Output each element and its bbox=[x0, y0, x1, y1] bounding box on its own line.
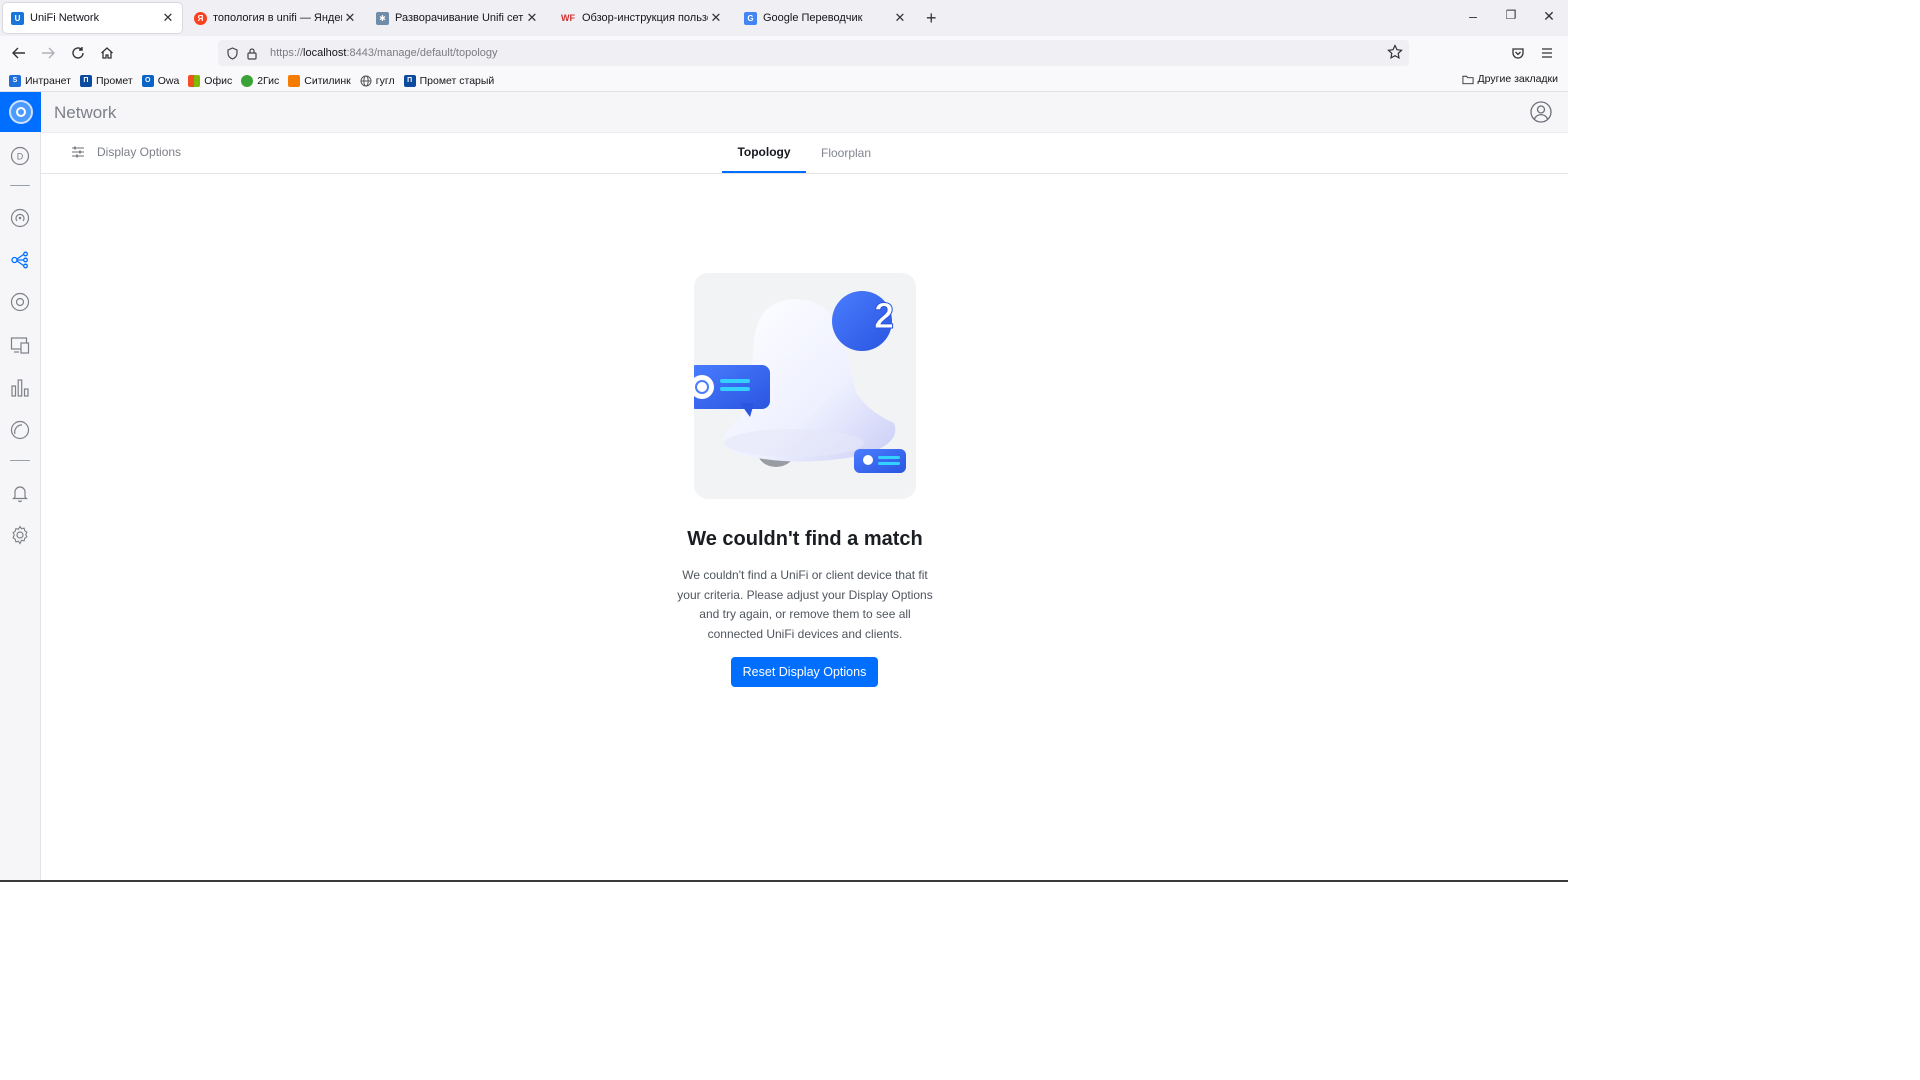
display-options-label: Display Options bbox=[97, 145, 182, 159]
unifi-logo-button[interactable] bbox=[0, 92, 41, 132]
topology-icon[interactable] bbox=[10, 250, 30, 270]
close-tab-icon[interactable]: ✕ bbox=[892, 10, 908, 26]
url-text: https://localhost:8443/manage/default/to… bbox=[270, 47, 498, 59]
other-bookmarks-label: Другие закладки bbox=[1477, 73, 1558, 85]
bookmark-label: гугл bbox=[375, 74, 395, 87]
clients-icon[interactable] bbox=[10, 292, 30, 312]
close-tab-icon[interactable]: ✕ bbox=[160, 10, 176, 26]
address-bar[interactable]: https://localhost:8443/manage/default/to… bbox=[218, 40, 1409, 66]
bookmark-intranet[interactable]: S Интранет bbox=[9, 74, 71, 87]
alerts-bell-icon[interactable] bbox=[10, 483, 30, 503]
tab-topology[interactable]: Topology bbox=[722, 133, 806, 173]
tab-title: Google Переводчик bbox=[763, 12, 863, 24]
bookmark-label: Owa bbox=[157, 74, 180, 87]
bookmark-citilink[interactable]: Ситилинк bbox=[288, 74, 351, 87]
bookmark-label: Промет bbox=[95, 74, 133, 87]
tab-title: Разворачивание Unifi сети. Ли bbox=[395, 12, 524, 24]
intranet-favicon-icon: S bbox=[9, 74, 21, 87]
browser-tab-bar: U UniFi Network ✕ Я топология в unifi — … bbox=[0, 0, 1568, 36]
other-bookmarks[interactable]: Другие закладки bbox=[1462, 73, 1558, 85]
home-icon[interactable] bbox=[97, 43, 117, 63]
bookmark-label: Интранет bbox=[25, 74, 71, 87]
system-log-icon[interactable] bbox=[10, 420, 30, 440]
bookmark-office[interactable]: Офис bbox=[188, 74, 233, 87]
restore-icon[interactable]: ❐ bbox=[1501, 8, 1521, 22]
url-path: :8443/manage/default/topology bbox=[346, 47, 498, 59]
display-options-button[interactable]: Display Options bbox=[71, 145, 181, 159]
bookmark-star-icon[interactable] bbox=[1387, 44, 1403, 65]
insights-icon[interactable] bbox=[10, 335, 30, 355]
url-scheme: https:// bbox=[270, 47, 304, 59]
menu-hamburger-icon[interactable] bbox=[1537, 43, 1557, 63]
topology-toolbar: Display Options Topology Floorplan bbox=[41, 133, 1568, 174]
wf-favicon-icon: WF bbox=[561, 13, 575, 23]
2gis-favicon-icon bbox=[241, 74, 254, 87]
bookmark-promet-old[interactable]: П Промет старый bbox=[403, 74, 495, 87]
bookmark-2gis[interactable]: 2Гис bbox=[241, 74, 280, 87]
window-close-icon[interactable]: ✕ bbox=[1539, 8, 1559, 25]
bookmark-owa[interactable]: O Owa bbox=[141, 74, 180, 87]
citilink-favicon-icon bbox=[288, 74, 301, 87]
minimize-icon[interactable]: – bbox=[1463, 8, 1483, 24]
browser-tab-habr[interactable]: ✱ Разворачивание Unifi сети. Ли ✕ bbox=[368, 3, 546, 33]
new-tab-icon[interactable]: + bbox=[926, 8, 937, 29]
lock-icon[interactable] bbox=[242, 43, 262, 63]
user-account-icon[interactable] bbox=[1530, 101, 1552, 123]
tab-floorplan[interactable]: Floorplan bbox=[809, 133, 883, 173]
close-tab-icon[interactable]: ✕ bbox=[342, 10, 358, 26]
empty-state-heading: We couldn't find a match bbox=[687, 528, 923, 550]
close-tab-icon[interactable]: ✕ bbox=[524, 10, 540, 26]
app-header: Network bbox=[41, 92, 1568, 133]
tab-title: UniFi Network bbox=[30, 12, 100, 24]
close-tab-icon[interactable]: ✕ bbox=[708, 10, 724, 26]
tab-title: Обзор-инструкция пользовате bbox=[582, 12, 708, 24]
microsoft-favicon-icon bbox=[188, 74, 201, 87]
app-title: Network bbox=[54, 103, 117, 122]
globe-icon bbox=[360, 75, 372, 87]
folder-icon bbox=[1462, 73, 1474, 85]
dashboard-icon[interactable]: D bbox=[10, 146, 30, 166]
app-sidebar: D bbox=[0, 92, 41, 882]
devices-icon[interactable] bbox=[10, 208, 30, 228]
browser-nav-bar: https://localhost:8443/manage/default/to… bbox=[0, 36, 1568, 70]
yandex-favicon-icon: Я bbox=[194, 11, 207, 25]
no-match-illustration: 2 bbox=[694, 273, 916, 499]
bookmark-label: Промет старый bbox=[419, 74, 495, 87]
reset-display-options-button[interactable]: Reset Display Options bbox=[731, 657, 878, 687]
bookmarks-bar: S Интранет П Промет O Owa Офис 2Гис Сити… bbox=[0, 70, 1568, 92]
pocket-icon[interactable] bbox=[1508, 43, 1528, 63]
empty-state-description: We couldn't find a UniFi or client devic… bbox=[677, 568, 933, 641]
svg-text:D: D bbox=[17, 152, 24, 162]
sliders-icon bbox=[72, 146, 84, 158]
promet-favicon-icon: П bbox=[79, 74, 92, 87]
settings-gear-icon[interactable] bbox=[10, 525, 30, 545]
outlook-favicon-icon: O bbox=[141, 74, 154, 87]
unifi-logo-icon bbox=[8, 100, 33, 124]
window-bottom-edge bbox=[0, 880, 1568, 882]
habr-favicon-icon: ✱ bbox=[376, 11, 389, 25]
tab-title: топология в unifi — Яндекс: на bbox=[213, 12, 342, 24]
sidebar-divider bbox=[10, 185, 30, 186]
url-host: localhost bbox=[303, 47, 347, 59]
statistics-icon[interactable] bbox=[10, 378, 30, 398]
sidebar-divider bbox=[10, 460, 30, 461]
unifi-favicon-icon: U bbox=[11, 11, 24, 25]
bookmark-google[interactable]: гугл bbox=[360, 75, 395, 87]
browser-tab-unifi[interactable]: U UniFi Network ✕ bbox=[3, 3, 182, 33]
bookmark-label: Офис bbox=[204, 74, 233, 87]
notification-badge-number: 2 bbox=[874, 295, 894, 336]
back-arrow-icon[interactable] bbox=[9, 43, 29, 63]
browser-tab-wf[interactable]: WF Обзор-инструкция пользовате ✕ bbox=[552, 3, 730, 33]
browser-tab-yandex[interactable]: Я топология в unifi — Яндекс: на ✕ bbox=[186, 3, 364, 33]
forward-arrow-icon[interactable] bbox=[38, 43, 58, 63]
promet-favicon-icon: П bbox=[403, 74, 416, 87]
reload-icon[interactable] bbox=[68, 43, 88, 63]
bookmark-label: 2Гис bbox=[257, 74, 280, 87]
browser-tab-google-translate[interactable]: G Google Переводчик ✕ bbox=[736, 3, 914, 33]
bookmark-label: Ситилинк bbox=[304, 74, 351, 87]
google-translate-favicon-icon: G bbox=[744, 11, 757, 25]
shield-icon[interactable] bbox=[222, 43, 242, 63]
bookmark-promet[interactable]: П Промет bbox=[79, 74, 133, 87]
